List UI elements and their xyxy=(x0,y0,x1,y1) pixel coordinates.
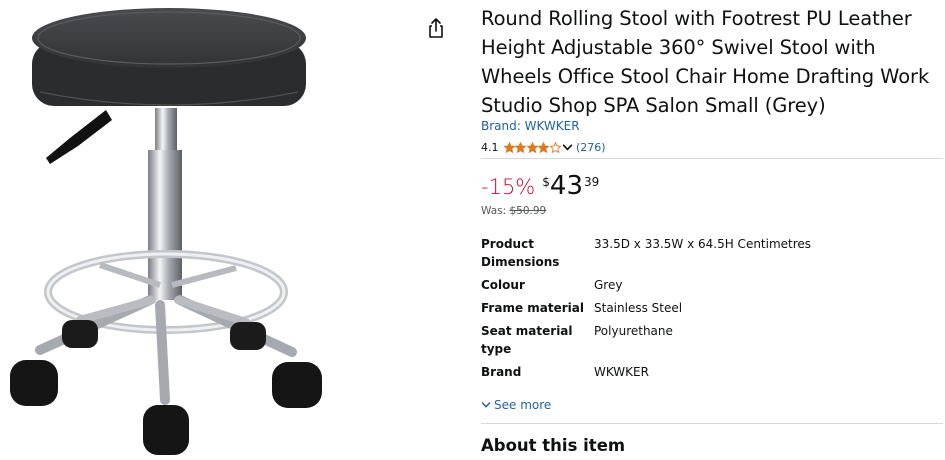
was-label: Was: xyxy=(481,205,507,217)
spec-value: Grey xyxy=(594,278,623,292)
price-symbol: $ xyxy=(542,175,550,189)
spec-label: Frame material xyxy=(481,301,584,315)
spec-row: Brand WKWKER xyxy=(481,363,941,381)
specs-fade xyxy=(481,385,941,399)
about-heading: About this item xyxy=(481,436,626,455)
spec-value: Stainless Steel xyxy=(594,301,683,315)
spec-row: Frame material Stainless Steel xyxy=(481,299,941,317)
brand-link[interactable]: Brand: WKWKER xyxy=(481,119,580,133)
price-whole: 43 xyxy=(549,171,583,201)
star-icon xyxy=(538,141,549,153)
spec-label: Product Dimensions xyxy=(481,237,560,269)
divider xyxy=(481,423,943,424)
product-image[interactable] xyxy=(0,0,330,460)
star-rating[interactable] xyxy=(503,141,562,153)
rating-row: 4.1 (276) xyxy=(481,139,606,155)
spec-row: Seat material type Polyurethane xyxy=(481,322,941,358)
divider xyxy=(481,158,943,159)
spec-label: Colour xyxy=(481,278,525,292)
product-title: Round Rolling Stool with Footrest PU Lea… xyxy=(481,7,930,117)
review-count-link[interactable]: (276) xyxy=(576,141,606,154)
see-more-link[interactable]: See more xyxy=(481,398,551,412)
share-icon[interactable] xyxy=(426,17,446,39)
spec-row: Product Dimensions 33.5D x 33.5W x 64.5H… xyxy=(481,235,941,271)
star-icon xyxy=(503,141,515,153)
spec-label: Brand xyxy=(481,365,522,379)
price-block: -15% $ 43 39 xyxy=(481,172,599,200)
star-icon xyxy=(549,141,561,153)
spec-label: Seat material type xyxy=(481,324,573,356)
spec-value: 33.5D x 33.5W x 64.5H Centimetres xyxy=(594,237,812,251)
chevron-down-icon[interactable] xyxy=(562,142,573,153)
star-icon xyxy=(515,141,526,153)
rating-value: 4.1 xyxy=(481,140,499,154)
product-specs: Product Dimensions 33.5D x 33.5W x 64.5H… xyxy=(481,235,941,395)
price: $ 43 39 xyxy=(542,172,599,200)
discount-badge: -15% xyxy=(481,175,536,199)
was-price-value: $50.99 xyxy=(509,205,547,217)
spec-value: WKWKER xyxy=(594,365,649,379)
spec-row: Colour Grey xyxy=(481,276,941,294)
chevron-down-icon xyxy=(481,402,491,408)
star-icon xyxy=(526,141,538,153)
was-price: Was: $50.99 xyxy=(481,205,546,217)
see-more-label: See more xyxy=(494,398,552,412)
spec-value: Polyurethane xyxy=(594,324,673,338)
price-fraction: 39 xyxy=(584,175,600,189)
